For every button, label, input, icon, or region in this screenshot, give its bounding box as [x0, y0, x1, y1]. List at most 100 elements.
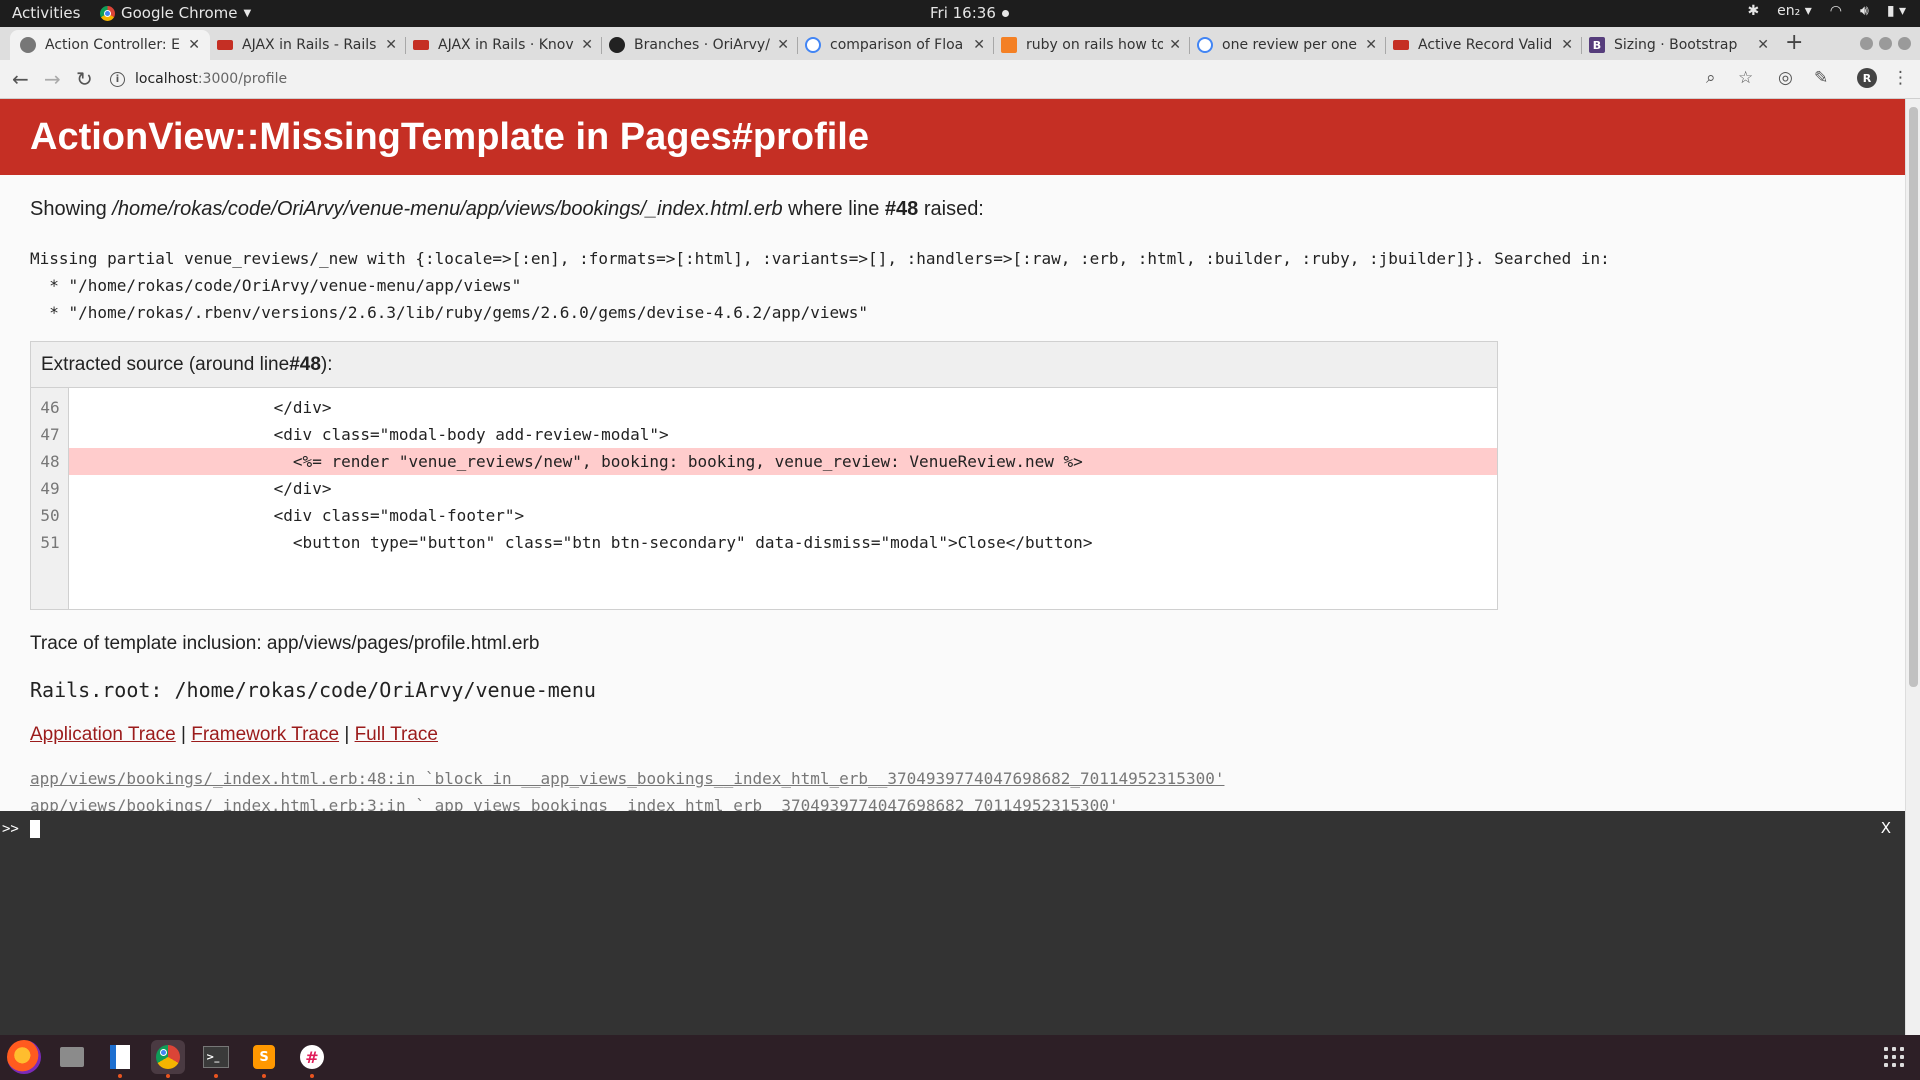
- tab-ruby-on-rails[interactable]: ruby on rails how to ✕: [991, 30, 1191, 60]
- extracted-source: Extracted source (around line #48): 46 <…: [30, 341, 1498, 610]
- tab-branches[interactable]: Branches · OriArvy/ ✕: [599, 30, 799, 60]
- trace-separator: |: [339, 724, 355, 745]
- tab-title: Active Record Valid: [1418, 37, 1553, 53]
- trace-entry[interactable]: app/views/bookings/_index.html.erb:48:in…: [30, 769, 1224, 788]
- line-number: 46: [40, 398, 60, 417]
- line-code: </div>: [81, 398, 332, 417]
- files-icon[interactable]: [55, 1040, 89, 1074]
- line-number: 50: [40, 506, 60, 525]
- keyboard-layout[interactable]: en₂ ▾: [1777, 3, 1812, 19]
- rails-icon: [413, 40, 429, 50]
- address-bar[interactable]: i localhost:3000/profile: [110, 65, 1750, 93]
- tab-sizing-bootstrap[interactable]: B Sizing · Bootstrap ✕: [1579, 30, 1779, 60]
- activities-button[interactable]: Activities: [12, 4, 80, 22]
- trace-separator: |: [175, 724, 192, 745]
- slack-tray-icon[interactable]: ✱: [1747, 3, 1759, 19]
- close-icon[interactable]: ✕: [1169, 37, 1181, 53]
- info-icon[interactable]: i: [110, 71, 125, 87]
- console-prompt: >>: [2, 821, 19, 837]
- line-code: <button type="button" class="btn btn-sec…: [81, 533, 1093, 552]
- app-menu[interactable]: Google Chrome ▼: [100, 4, 251, 22]
- tab-active-record[interactable]: Active Record Valid ✕: [1383, 30, 1583, 60]
- close-window-button[interactable]: [1898, 37, 1911, 50]
- line-code: <div class="modal-footer">: [81, 506, 525, 525]
- chrome-icon: [20, 37, 36, 53]
- console-input[interactable]: [30, 820, 40, 838]
- tab-one-review[interactable]: one review per one ✕: [1187, 30, 1387, 60]
- reload-icon[interactable]: ↻: [76, 67, 93, 91]
- trace-links: Application Trace | Framework Trace | Fu…: [30, 724, 438, 746]
- system-tray[interactable]: ✱ en₂ ▾ ◠ 🔊︎ ▮ ▾: [1747, 3, 1906, 19]
- tab-title: ruby on rails how to: [1026, 37, 1164, 53]
- chrome-icon[interactable]: [151, 1040, 185, 1078]
- tab-title: comparison of Floa: [830, 37, 964, 53]
- clock[interactable]: Fri 16:36: [930, 4, 1009, 22]
- slack-icon[interactable]: #: [295, 1040, 329, 1078]
- back-arrow-icon[interactable]: ←: [12, 67, 29, 91]
- extracted-suffix: ):: [320, 353, 333, 375]
- line-number: 47: [40, 425, 60, 444]
- error-message: Missing partial venue_reviews/_new with …: [30, 249, 1610, 322]
- trace-entry[interactable]: app/views/bookings/_index.html.erb:3:in …: [30, 796, 1119, 811]
- battery-icon[interactable]: ▮ ▾: [1887, 3, 1906, 19]
- tab-action-controller[interactable]: Action Controller: E ✕: [10, 30, 210, 60]
- maximize-button[interactable]: [1879, 37, 1892, 50]
- tab-divider: [1581, 37, 1582, 54]
- zoom-icon[interactable]: ⌕: [1706, 68, 1716, 88]
- tab-divider: [797, 37, 798, 54]
- web-console[interactable]: >> X: [0, 811, 1905, 1035]
- extension-icon[interactable]: ◎: [1778, 68, 1793, 88]
- console-close-button[interactable]: X: [1881, 819, 1891, 837]
- running-indicator-icon: [310, 1074, 314, 1078]
- volume-icon[interactable]: 🔊︎: [1860, 3, 1869, 19]
- close-icon[interactable]: ✕: [385, 37, 397, 53]
- showing-line-number: #48: [884, 198, 919, 220]
- show-applications-icon[interactable]: [1884, 1047, 1904, 1067]
- showing-mid: where line: [782, 198, 885, 220]
- close-icon[interactable]: ✕: [1365, 37, 1377, 53]
- application-trace-link[interactable]: Application Trace: [30, 724, 176, 745]
- tab-comparison[interactable]: comparison of Floa ✕: [795, 30, 995, 60]
- browser-toolbar: ← → ↻ i localhost:3000/profile ⌕ ☆ ◎ ✎ R…: [0, 60, 1920, 99]
- source-line: 51 <button type="button" class="btn btn-…: [31, 529, 1497, 556]
- kebab-menu-icon[interactable]: ⋮: [1892, 68, 1909, 88]
- tab-ajax-rails-knov[interactable]: AJAX in Rails · Knov ✕: [403, 30, 603, 60]
- close-icon[interactable]: ✕: [1757, 37, 1769, 53]
- tab-ajax-rails[interactable]: AJAX in Rails - Rails ✕: [207, 30, 407, 60]
- tab-title: one review per one: [1222, 37, 1358, 53]
- scrollbar-thumb[interactable]: [1909, 107, 1918, 687]
- sublime-icon[interactable]: S: [247, 1040, 281, 1078]
- extension-tool-icon[interactable]: ✎: [1814, 68, 1828, 88]
- close-icon[interactable]: ✕: [973, 37, 985, 53]
- close-icon[interactable]: ✕: [188, 37, 200, 53]
- tab-divider: [601, 37, 602, 54]
- source-line: 46 </div>: [31, 394, 1497, 421]
- tab-title: Action Controller: E: [45, 37, 180, 53]
- app-menu-label: Google Chrome: [121, 4, 238, 22]
- firefox-icon[interactable]: [7, 1040, 41, 1074]
- framework-trace-link[interactable]: Framework Trace: [191, 724, 339, 745]
- full-trace-link[interactable]: Full Trace: [355, 724, 438, 745]
- extracted-source-heading: Extracted source (around line #48):: [31, 342, 1497, 388]
- error-header: ActionView::MissingTemplate in Pages#pro…: [0, 99, 1905, 175]
- forward-arrow-icon[interactable]: →: [44, 67, 61, 91]
- tab-divider: [1385, 37, 1386, 54]
- line-code: <%= render "venue_reviews/new", booking:…: [69, 448, 1497, 475]
- page-scrollbar[interactable]: [1905, 99, 1920, 1035]
- minimize-button[interactable]: [1860, 37, 1873, 50]
- rails-icon: [1393, 40, 1409, 50]
- terminal-icon[interactable]: >_: [199, 1040, 233, 1078]
- wifi-icon[interactable]: ◠: [1830, 3, 1842, 19]
- bookmark-star-icon[interactable]: ☆: [1738, 68, 1753, 88]
- close-icon[interactable]: ✕: [777, 37, 789, 53]
- close-icon[interactable]: ✕: [1561, 37, 1573, 53]
- bootstrap-icon: B: [1589, 37, 1605, 53]
- stackoverflow-icon: [1001, 37, 1017, 53]
- tab-strip: Action Controller: E ✕ AJAX in Rails - R…: [0, 27, 1920, 60]
- profile-avatar[interactable]: R: [1857, 68, 1877, 88]
- writer-icon[interactable]: [103, 1040, 137, 1078]
- new-tab-button[interactable]: +: [1785, 30, 1803, 55]
- close-icon[interactable]: ✕: [581, 37, 593, 53]
- tab-divider: [1189, 37, 1190, 54]
- source-line-highlighted: 48 <%= render "venue_reviews/new", booki…: [31, 448, 1497, 475]
